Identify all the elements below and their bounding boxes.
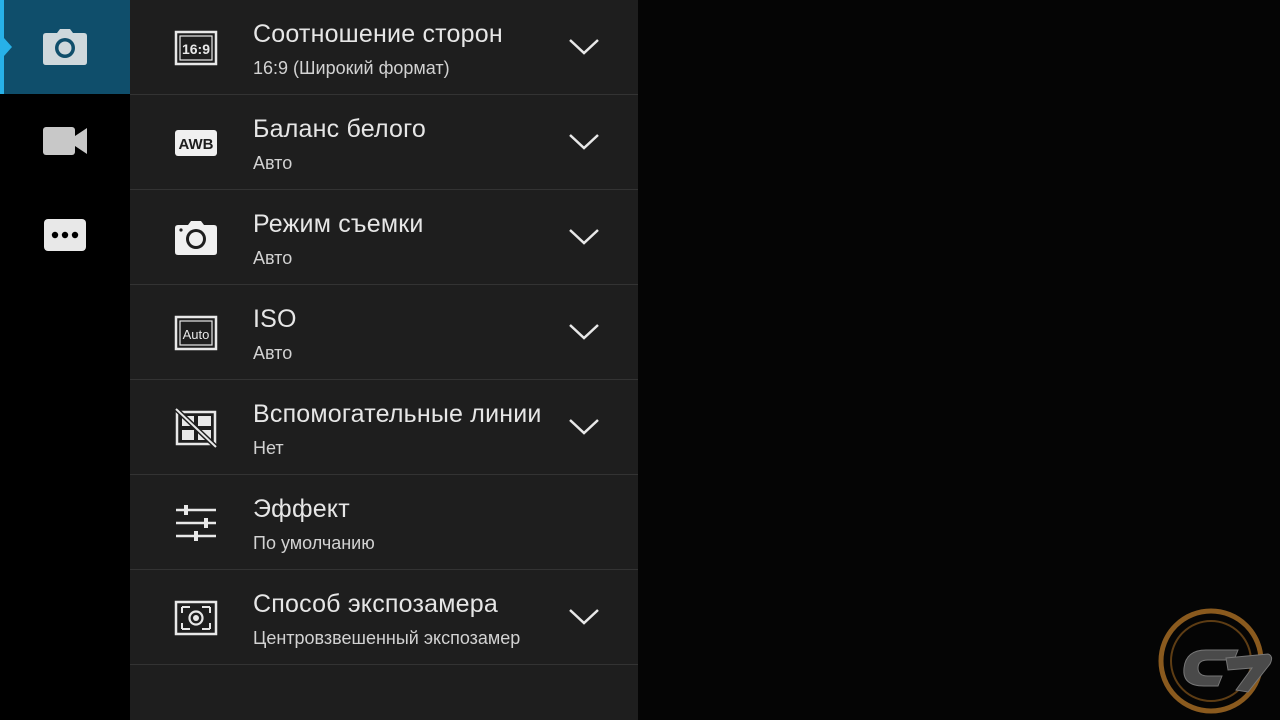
- svg-text:16:9: 16:9: [182, 41, 210, 57]
- setting-effect[interactable]: Эффект По умолчанию: [130, 475, 638, 570]
- setting-value: По умолчанию: [253, 533, 375, 553]
- settings-panel: 16:9 Соотношение сторон 16:9 (Широкий фо…: [130, 0, 638, 720]
- tab-more-settings[interactable]: [0, 188, 130, 282]
- chevron-down-icon[interactable]: [567, 36, 601, 58]
- setting-title: Вспомогательные линии: [253, 400, 542, 428]
- setting-title: Режим съемки: [253, 210, 424, 238]
- effect-sliders-icon: [174, 501, 218, 545]
- tab-video-settings[interactable]: [0, 94, 130, 188]
- chevron-down-icon[interactable]: [567, 226, 601, 248]
- chevron-down-icon[interactable]: [567, 321, 601, 343]
- camera-mode-icon: [174, 216, 218, 260]
- setting-aspect-ratio[interactable]: 16:9 Соотношение сторон 16:9 (Широкий фо…: [130, 0, 638, 95]
- chevron-down-icon[interactable]: [567, 131, 601, 153]
- iso-auto-icon: Auto: [174, 311, 218, 355]
- aspect-ratio-icon: 16:9: [174, 26, 218, 70]
- svg-text:Auto: Auto: [183, 327, 210, 342]
- grid-lines-off-icon: [174, 406, 218, 450]
- more-icon: [44, 219, 86, 251]
- setting-grid-lines[interactable]: Вспомогательные линии Нет: [130, 380, 638, 475]
- tab-photo-settings[interactable]: [0, 0, 130, 94]
- site-logo-watermark: [1158, 608, 1273, 714]
- setting-shooting-mode[interactable]: Режим съемки Авто: [130, 190, 638, 285]
- setting-title: Эффект: [253, 495, 350, 523]
- setting-value: Центровзвешенный экспозамер: [253, 628, 521, 648]
- camera-mode-sidebar: [0, 0, 130, 720]
- chevron-down-icon[interactable]: [567, 606, 601, 628]
- setting-title: Соотношение сторон: [253, 20, 503, 48]
- awb-icon: AWB: [174, 121, 218, 165]
- setting-title: Способ экспозамера: [253, 590, 498, 618]
- metering-icon: [174, 596, 218, 640]
- video-camera-icon: [43, 127, 87, 155]
- setting-white-balance[interactable]: AWB Баланс белого Авто: [130, 95, 638, 190]
- setting-metering[interactable]: Способ экспозамера Центровзвешенный эксп…: [130, 570, 638, 665]
- camera-icon: [43, 29, 87, 65]
- setting-title: Баланс белого: [253, 115, 427, 143]
- setting-value: Авто: [253, 153, 293, 173]
- chevron-down-icon[interactable]: [567, 416, 601, 438]
- setting-iso[interactable]: Auto ISO Авто: [130, 285, 638, 380]
- setting-value: Авто: [253, 343, 293, 363]
- svg-text:AWB: AWB: [179, 136, 214, 153]
- setting-value: 16:9 (Широкий формат): [253, 58, 450, 78]
- setting-value: Нет: [253, 438, 284, 458]
- setting-title: ISO: [253, 305, 297, 333]
- setting-value: Авто: [253, 248, 293, 268]
